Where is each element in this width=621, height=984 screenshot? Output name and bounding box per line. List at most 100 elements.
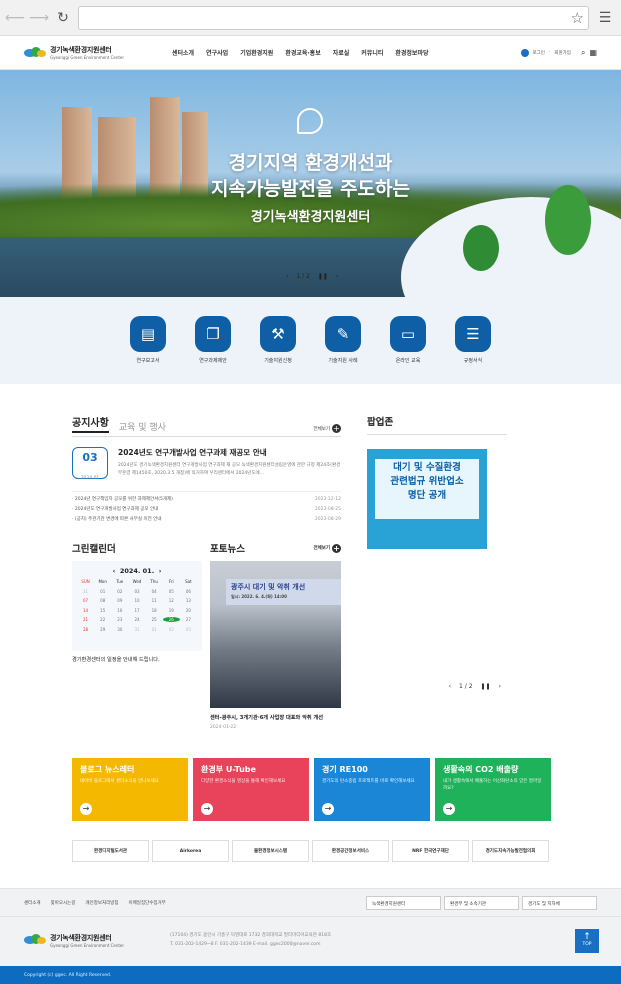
calendar-day[interactable]: 07 <box>77 598 94 603</box>
family-site-select[interactable]: 경기도 및 지자체 <box>522 895 597 910</box>
list-item-title: · 2024년 연구책임자 공모를 위한 과제제안서(5개제) <box>72 497 173 502</box>
calendar-day[interactable]: 27 <box>180 617 197 622</box>
calendar-day[interactable]: 01 <box>94 589 111 594</box>
reload-icon[interactable]: ↻ <box>54 9 72 27</box>
nav-item-support[interactable]: 기업환경지원 <box>234 48 279 57</box>
calendar-day[interactable]: 13 <box>180 598 197 603</box>
calendar-day[interactable]: 02 <box>111 589 128 594</box>
join-link[interactable]: 회원가입 <box>554 50 571 56</box>
calendar-day[interactable]: 01 <box>146 627 163 632</box>
photo-news-image[interactable]: 광주시 대기 및 악취 개선 일시: 2022. 6. 4.(화) 14:00 <box>210 561 341 708</box>
arrow-up-icon: ↑ <box>583 932 591 942</box>
partner-link[interactable]: 환경공간정보서비스 <box>312 840 389 862</box>
nav-item-education[interactable]: 환경교육·홍보 <box>279 48 326 57</box>
banner-co2[interactable]: 생활속의 CO2 배출량 내가 생활속에서 배출하는 이산화탄소의 양은 얼마일까… <box>435 758 551 821</box>
calendar-day[interactable]: 29 <box>94 627 111 632</box>
nav-item-info[interactable]: 환경정보마당 <box>389 48 434 57</box>
featured-notice-title[interactable]: 2024년도 연구개발사업 연구과제 재공모 안내 <box>118 447 341 458</box>
next-arrow-icon[interactable]: › <box>336 273 338 280</box>
partner-link[interactable]: 환경디지털도서관 <box>72 840 149 862</box>
calendar-day[interactable]: 18 <box>146 608 163 613</box>
partner-link[interactable]: 경기도지속가능발전협의회 <box>472 840 549 862</box>
partner-link[interactable]: NRF 한국연구재단 <box>392 840 469 862</box>
calendar-next-icon[interactable]: › <box>159 567 162 575</box>
quick-item-tech-request[interactable]: ⚒ 기술지원신청 <box>255 316 301 384</box>
tab-events[interactable]: 교육 및 행사 <box>119 420 166 433</box>
calendar-prev-icon[interactable]: ‹ <box>113 567 116 575</box>
calendar-day[interactable]: 26 <box>162 617 180 622</box>
calendar-day[interactable]: 11 <box>146 598 163 603</box>
calendar-day[interactable]: 22 <box>94 617 111 622</box>
calendar-day[interactable]: 09 <box>111 598 128 603</box>
prev-arrow-icon[interactable]: ‹ <box>449 683 451 690</box>
calendar-day[interactable]: 31 <box>77 589 94 594</box>
bookmark-star-icon[interactable]: ☆ <box>571 9 584 27</box>
partner-link[interactable]: 물환경정보시스템 <box>232 840 309 862</box>
popup-banner[interactable]: 대기 및 수질환경 관련법규 위반업소 명단 공개 <box>367 449 487 549</box>
calendar-day[interactable]: 06 <box>180 589 197 594</box>
calendar-day[interactable]: 05 <box>163 589 180 594</box>
calendar-day[interactable]: 30 <box>111 627 128 632</box>
site-logo[interactable]: 경기녹색환경지원센터 Gyeonggi Green Environment Cen… <box>24 45 162 60</box>
calendar-day[interactable]: 10 <box>128 598 145 603</box>
partner-link[interactable]: Airkorea <box>152 840 229 862</box>
calendar-day[interactable]: 31 <box>128 627 145 632</box>
photo-more-button[interactable]: 전체보기 + <box>313 543 341 553</box>
notice-more-button[interactable]: 전체보기 + <box>313 424 341 433</box>
pause-icon[interactable]: ❚❚ <box>481 683 491 690</box>
calendar-day[interactable]: 21 <box>77 617 94 622</box>
list-item[interactable]: · 2024년도 연구개발사업 연구과제 공모 안내 2023-08-25 <box>72 505 341 515</box>
calendar-day[interactable]: 20 <box>180 608 197 613</box>
nav-item-community[interactable]: 커뮤니티 <box>355 48 389 57</box>
nav-item-research[interactable]: 연구사업 <box>200 48 234 57</box>
login-link[interactable]: 로그인 <box>533 50 545 56</box>
footer-link[interactable]: 이메일집단수집거부 <box>129 900 166 906</box>
footer-link[interactable]: 개인정보처리방침 <box>85 900 118 906</box>
quick-item-proposal[interactable]: ❐ 연구과제제안 <box>190 316 236 384</box>
featured-notice[interactable]: 03 2024.01 2024년도 연구개발사업 연구과제 재공모 안내 2024… <box>72 447 341 481</box>
grid-menu-icon[interactable]: ▦ <box>589 48 597 57</box>
nav-item-about[interactable]: 센터소개 <box>166 48 200 57</box>
calendar-day[interactable]: 02 <box>163 627 180 632</box>
calendar-day[interactable]: 16 <box>111 608 128 613</box>
calendar-day[interactable]: 04 <box>146 589 163 594</box>
quick-item-reports[interactable]: ▤ 연구보고서 <box>125 316 171 384</box>
calendar-day[interactable]: 17 <box>128 608 145 613</box>
forward-icon[interactable]: ⟶ <box>29 9 49 27</box>
next-arrow-icon[interactable]: › <box>499 683 501 690</box>
arrow-right-icon: → <box>80 803 92 815</box>
footer-link[interactable]: 찾아오시는길 <box>51 900 76 906</box>
calendar-day[interactable]: 28 <box>77 627 94 632</box>
family-site-select[interactable]: 녹색환경지원센터 <box>366 895 441 910</box>
calendar-day[interactable]: 08 <box>94 598 111 603</box>
banner-youtube[interactable]: 환경부 U-Tube 다양한 환경소식을 영상을 통해 확인해보세요 → <box>193 758 309 821</box>
back-icon[interactable]: ⟵ <box>5 9 25 27</box>
list-item[interactable]: · 2024년 연구책임자 공모를 위한 과제제안서(5개제) 2023-12-1… <box>72 495 341 505</box>
scroll-top-button[interactable]: ↑ TOP <box>575 929 599 953</box>
quick-item-forms[interactable]: ☰ 규정서식 <box>450 316 496 384</box>
family-site-select[interactable]: 환경부 및 소속기관 <box>444 895 519 910</box>
photo-news-caption[interactable]: 센터-광주시, 3개기관·6개 사업장 대표와 악취 개선 <box>210 714 341 721</box>
calendar-day[interactable]: 12 <box>163 598 180 603</box>
prev-arrow-icon[interactable]: ‹ <box>286 273 288 280</box>
quick-item-online-edu[interactable]: ▭ 온라인 교육 <box>385 316 431 384</box>
calendar-day[interactable]: 23 <box>111 617 128 622</box>
banner-blog[interactable]: 블로그 뉴스레터 네이버 블로그에서 센터소식을 만나보세요 → <box>72 758 188 821</box>
calendar-day[interactable]: 25 <box>146 617 163 622</box>
banner-re100[interactable]: 경기 RE100 경기도의 탄소중립 프로젝트를 바로 확인해보세요 → <box>314 758 430 821</box>
nav-item-archive[interactable]: 자료실 <box>327 48 356 57</box>
footer-link[interactable]: 센터소개 <box>24 900 41 906</box>
tab-notice[interactable]: 공지사항 <box>72 414 109 433</box>
pause-icon[interactable]: ❚❚ <box>318 273 328 280</box>
calendar-day[interactable]: 14 <box>77 608 94 613</box>
search-icon[interactable]: ⌕ <box>581 48 585 58</box>
calendar-day[interactable]: 24 <box>128 617 145 622</box>
calendar-day[interactable]: 03 <box>180 627 197 632</box>
quick-item-tech-cases[interactable]: ✎ 기술지원 사례 <box>320 316 366 384</box>
calendar-day[interactable]: 15 <box>94 608 111 613</box>
browser-menu-icon[interactable]: ☰ <box>595 10 615 26</box>
list-item[interactable]: · (공지) 주관기관 변경에 따른 사무실 이전 안내 2023-08-29 <box>72 515 341 525</box>
address-bar[interactable]: ☆ <box>78 5 589 30</box>
calendar-day[interactable]: 03 <box>128 589 145 594</box>
calendar-day[interactable]: 19 <box>163 608 180 613</box>
